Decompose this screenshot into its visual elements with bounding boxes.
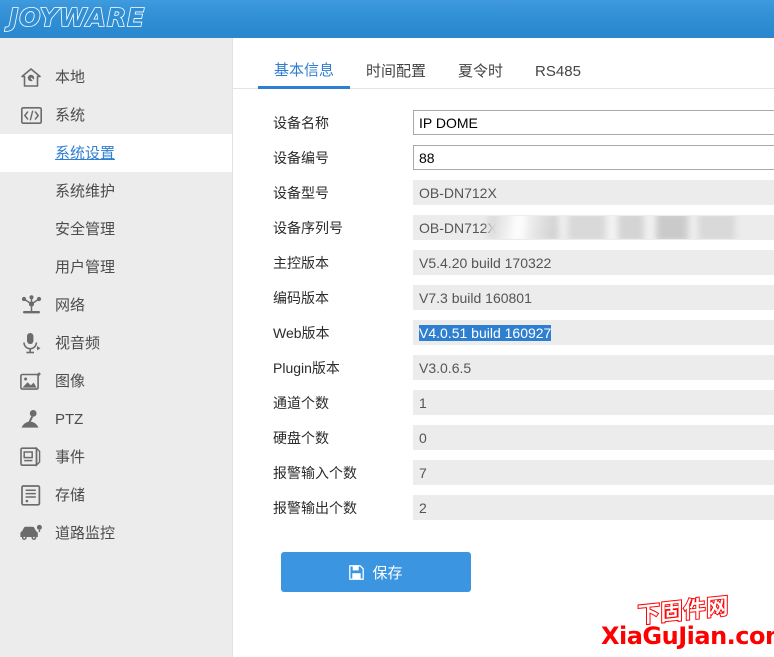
save-button[interactable]: 保存 [281,552,471,592]
sidebar-item-system[interactable]: 系统 [0,96,232,134]
form-row: 编码版本 V7.3 build 160801 [233,280,774,315]
field-label-plugin-version: Plugin版本 [273,359,340,376]
field-label-device-number: 设备编号 [273,149,329,166]
form-row: 设备名称 IP DOME [233,105,774,140]
sidebar-item-security-management[interactable]: 安全管理 [0,210,232,248]
joyware-logo: JOYWARE [8,2,146,33]
sidebar-item-label: 图像 [55,372,86,390]
tab-time-config[interactable]: 时间配置 [350,64,442,88]
form-row: 报警输出个数 2 [233,490,774,525]
microphone-icon [18,332,44,354]
field-label-disk-count: 硬盘个数 [273,429,329,446]
storage-icon [18,484,44,506]
field-label-device-serial: 设备序列号 [273,219,343,236]
redaction-blur-overlay [488,216,738,239]
channel-count-value: 1 [413,390,774,415]
sidebar-item-user-management[interactable]: 用户管理 [0,248,232,286]
sidebar-item-system-maintenance[interactable]: 系统维护 [0,172,232,210]
tab-rs485[interactable]: RS485 [519,64,597,88]
sidebar-item-image[interactable]: 图像 [0,362,232,400]
web-version-selected-text: V4.0.51 build 160927 [419,325,552,341]
sidebar-item-label: 视音频 [55,334,101,352]
sidebar-item-network[interactable]: 网络 [0,286,232,324]
form-row: 设备序列号 OB-DN712X [233,210,774,245]
encoding-version-value: V7.3 build 160801 [413,285,774,310]
sidebar-item-local[interactable]: 本地 [0,58,232,96]
watermark-domain-text: XiaGuJian.com [601,622,774,650]
watermark-chinese-text: 下固件网 [637,593,731,630]
form-row: 硬盘个数 0 [233,420,774,455]
save-button-container: 保存 [233,525,774,592]
form-row: 设备型号 OB-DN712X [233,175,774,210]
sidebar-item-label: 用户管理 [55,258,116,276]
form-row: 主控版本 V5.4.20 build 170322 [233,245,774,280]
network-icon [18,294,44,316]
form-row: Web版本 V4.0.51 build 160927 [233,315,774,350]
sidebar-item-ptz[interactable]: PTZ [0,400,232,438]
device-model-value: OB-DN712X [413,180,774,205]
image-icon [18,370,44,392]
alarm-input-count-value: 7 [413,460,774,485]
joystick-icon [18,408,44,430]
code-brackets-icon [18,104,44,126]
sidebar-item-storage[interactable]: 存储 [0,476,232,514]
sidebar-item-audio-video[interactable]: 视音频 [0,324,232,362]
sidebar-item-label: 事件 [55,448,86,466]
basic-info-form: 设备名称 IP DOME 设备编号 88 设备型号 OB-DN712X 设备序列… [233,89,774,592]
disk-count-value: 0 [413,425,774,450]
field-label-device-name: 设备名称 [273,114,329,131]
sidebar-item-label: 本地 [55,68,86,86]
sidebar-item-label: 系统设置 [55,144,116,162]
main-control-version-value: V5.4.20 build 170322 [413,250,774,275]
sidebar-item-label: 系统维护 [55,182,116,200]
alarm-output-count-value: 2 [413,495,774,520]
sidebar-item-label: 系统 [55,106,86,124]
app-header: JOYWARE [0,0,774,38]
form-row: 设备编号 88 [233,140,774,175]
sidebar-item-label: 网络 [55,296,86,314]
home-icon [18,66,44,88]
field-label-device-model: 设备型号 [273,184,329,201]
plugin-version-value: V3.0.6.5 [413,355,774,380]
sidebar-item-label: 安全管理 [55,220,116,238]
save-button-label: 保存 [372,564,403,582]
sidebar-item-road-monitoring[interactable]: 道路监控 [0,514,232,552]
sidebar-item-event[interactable]: 事件 [0,438,232,476]
sidebar-item-system-settings[interactable]: 系统设置 [0,134,232,172]
device-name-input[interactable]: IP DOME [413,110,774,135]
field-label-alarm-input-count: 报警输入个数 [273,464,357,481]
device-number-input[interactable]: 88 [413,145,774,170]
event-document-icon [18,446,44,468]
app-body: 本地 系统 系统设置 系统维护 安全管理 用户管理 网络 视音频 图像 PTZ … [0,38,774,657]
main-content: 基本信息 时间配置 夏令时 RS485 设备名称 IP DOME 设备编号 88… [233,38,774,657]
floppy-disk-icon [349,564,365,580]
field-label-web-version: Web版本 [273,324,330,341]
sidebar-item-label: 道路监控 [55,524,116,542]
field-label-alarm-output-count: 报警输出个数 [273,499,357,516]
sidebar-item-label: PTZ [55,410,84,428]
web-version-value: V4.0.51 build 160927 [413,320,774,345]
field-label-encoding-version: 编码版本 [273,289,329,306]
form-row: 通道个数 1 [233,385,774,420]
field-label-channel-count: 通道个数 [273,394,329,411]
sidebar-item-label: 存储 [55,486,86,504]
field-label-main-control-version: 主控版本 [273,254,329,271]
tab-dst[interactable]: 夏令时 [442,64,519,88]
car-monitor-icon [18,522,44,544]
tab-bar: 基本信息 时间配置 夏令时 RS485 [233,52,774,89]
device-serial-value: OB-DN712X [413,215,774,240]
form-row: 报警输入个数 7 [233,455,774,490]
form-row: Plugin版本 V3.0.6.5 [233,350,774,385]
tab-basic-info[interactable]: 基本信息 [258,63,351,89]
device-serial-text: OB-DN712X [419,220,497,236]
sidebar-nav: 本地 系统 系统设置 系统维护 安全管理 用户管理 网络 视音频 图像 PTZ … [0,38,233,657]
site-watermark: 下固件网 XiaGuJian.com [601,593,774,650]
